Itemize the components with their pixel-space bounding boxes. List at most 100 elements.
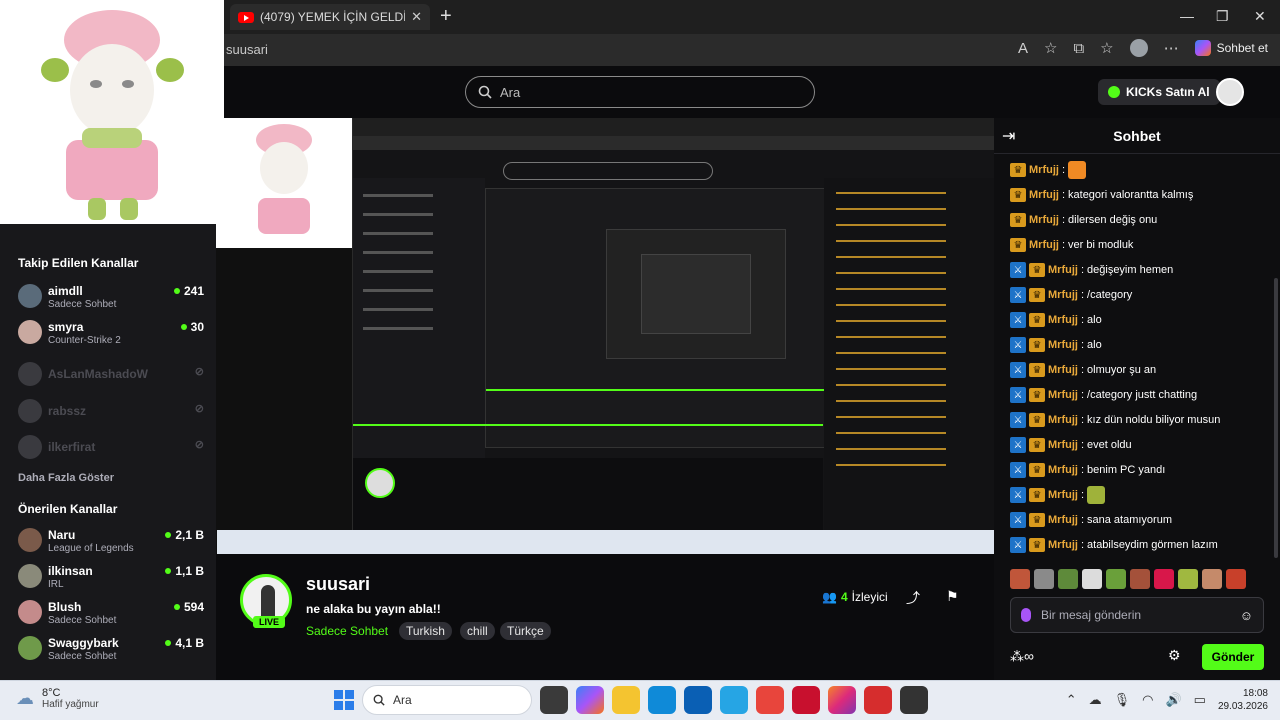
sidebar-channel-ilkerfirat[interactable]: ilkerfirat ⊘ — [18, 435, 204, 465]
copilot-button[interactable]: Sohbet et — [1194, 40, 1268, 56]
tag-chill[interactable]: chill — [460, 622, 495, 640]
extensions-icon[interactable]: ⧉ — [1073, 40, 1084, 57]
edge-browser-icon[interactable] — [648, 686, 676, 714]
onedrive-icon[interactable]: ☁ — [1089, 692, 1102, 708]
chat-username[interactable]: Mrfujj — [1048, 389, 1078, 401]
chat-message-input[interactable]: Bir mesaj gönderin ☺ — [1010, 597, 1264, 633]
telegram-icon[interactable] — [720, 686, 748, 714]
streamer-name[interactable]: suusari — [306, 574, 370, 595]
sidebar-channel-rabssz[interactable]: rabssz ⊘ — [18, 399, 204, 429]
emote-icon[interactable] — [1178, 569, 1198, 589]
store-icon[interactable] — [684, 686, 712, 714]
chat-username[interactable]: Mrfujj — [1029, 189, 1059, 201]
settings-gear-icon[interactable]: ⚙ — [1168, 647, 1181, 664]
sidebar-channel-swaggybark[interactable]: Swaggybark Sadece Sohbet 4,1 B — [18, 636, 204, 666]
emote-icon[interactable] — [1010, 569, 1030, 589]
copilot-app-icon[interactable] — [576, 686, 604, 714]
chat-username[interactable]: Mrfujj — [1048, 489, 1078, 501]
chat-emote-icon — [1068, 161, 1087, 179]
tag-turkish[interactable]: Turkish — [399, 622, 452, 640]
viewers-icon: 👥 — [822, 590, 837, 604]
sidebar-channel-aslanmashadow[interactable]: AsLanMashadoW ⊘ — [18, 362, 204, 392]
wifi-icon[interactable]: ◠ — [1142, 692, 1153, 708]
chat-username[interactable]: Mrfujj — [1029, 164, 1059, 176]
favorite-icon[interactable]: ☆ — [1044, 39, 1057, 57]
more-icon[interactable]: ⋯ — [1164, 39, 1179, 57]
chat-username[interactable]: Mrfujj — [1048, 339, 1078, 351]
emote-icon[interactable] — [1154, 569, 1174, 589]
follow-user-icon[interactable]: ⚑ — [946, 588, 959, 605]
sidebar-channel-aimdll[interactable]: aimdll Sadece Sohbet 241 — [18, 284, 204, 314]
send-button[interactable]: Gönder — [1202, 644, 1264, 670]
microphone-tray-icon[interactable]: 🎙 — [1114, 692, 1131, 708]
read-aloud-icon[interactable]: A — [1018, 40, 1028, 57]
instagram-icon[interactable] — [828, 686, 856, 714]
new-tab-button[interactable]: + — [440, 6, 452, 26]
chat-username[interactable]: Mrfujj — [1048, 314, 1078, 326]
show-more-link[interactable]: Daha Fazla Göster — [18, 472, 114, 484]
nested-shrek-icon — [256, 124, 312, 234]
kick-points-icon[interactable]: ⁂∞ — [1010, 648, 1034, 665]
app-icon[interactable] — [756, 686, 784, 714]
weather-widget[interactable]: ☁ 8°C Hafif yağmur — [16, 687, 99, 710]
collections-icon[interactable]: ☆ — [1100, 39, 1113, 57]
clock[interactable]: 18:08 29.03.2026 — [1218, 687, 1268, 713]
emoji-icon[interactable]: ☺ — [1240, 608, 1253, 623]
live-dot-icon — [180, 324, 187, 330]
task-view-icon[interactable] — [540, 686, 568, 714]
emote-icon[interactable] — [1082, 569, 1102, 589]
buy-kicks-button[interactable]: KICKs Satın Al — [1098, 79, 1220, 105]
microphone-icon[interactable] — [1021, 608, 1031, 622]
chat-username[interactable]: Mrfujj — [1048, 264, 1078, 276]
emote-icon[interactable] — [1226, 569, 1246, 589]
chat-scrollbar[interactable] — [1274, 278, 1278, 558]
taskbar-search[interactable]: Ara — [362, 685, 532, 715]
nested-address-bar — [353, 136, 994, 150]
share-icon[interactable]: ⤴ — [906, 588, 920, 608]
chat-username[interactable]: Mrfujj — [1029, 239, 1059, 251]
chat-username[interactable]: Mrfujj — [1048, 514, 1078, 526]
channel-category: League of Legends — [48, 543, 134, 554]
maximize-icon[interactable]: ❐ — [1216, 8, 1229, 25]
moderator-badge-icon: ⚔ — [1010, 512, 1026, 528]
chat-username[interactable]: Mrfujj — [1048, 439, 1078, 451]
windows-start-icon[interactable] — [334, 690, 354, 710]
emote-icon[interactable] — [1034, 569, 1054, 589]
url-field[interactable]: suusari — [226, 42, 268, 57]
viewer-count: 4,1 B — [165, 636, 204, 650]
profile-icon[interactable] — [1129, 39, 1148, 57]
chat-username[interactable]: Mrfujj — [1048, 414, 1078, 426]
avatar — [18, 399, 42, 423]
close-window-icon[interactable]: ✕ — [1254, 8, 1266, 25]
chevron-up-icon[interactable]: ⌃ — [1066, 692, 1077, 708]
volume-icon[interactable]: 🔊 — [1165, 692, 1181, 708]
battery-icon[interactable]: ▭ — [1194, 692, 1206, 708]
chat-username[interactable]: Mrfujj — [1048, 289, 1078, 301]
browser-tab[interactable]: (4079) YEMEK İÇİN GELDİK, EVE AI ✕ — [230, 4, 430, 30]
minimize-icon[interactable]: — — [1180, 8, 1194, 24]
tag-turkce[interactable]: Türkçe — [500, 622, 551, 640]
emote-icon[interactable] — [1202, 569, 1222, 589]
chat-separator: : — [1080, 364, 1085, 376]
emote-icon[interactable] — [1130, 569, 1150, 589]
sidebar-channel-blush[interactable]: Blush Sadece Sohbet 594 — [18, 600, 204, 630]
emote-icon[interactable] — [1058, 569, 1078, 589]
video-player[interactable] — [216, 118, 994, 554]
file-explorer-icon[interactable] — [612, 686, 640, 714]
sidebar-channel-naru[interactable]: Naru League of Legends 2,1 B — [18, 528, 204, 558]
close-tab-icon[interactable]: ✕ — [411, 9, 422, 25]
app-icon[interactable] — [900, 686, 928, 714]
chat-username[interactable]: Mrfujj — [1048, 464, 1078, 476]
chat-username[interactable]: Mrfujj — [1048, 364, 1078, 376]
sidebar-channel-ilkinsan[interactable]: ilkinsan IRL 1,1 B — [18, 564, 204, 594]
mcafee-icon[interactable] — [792, 686, 820, 714]
nested-video-2 — [606, 229, 786, 359]
sidebar-channel-smyra[interactable]: smyra Counter-Strike 2 30 — [18, 320, 204, 350]
user-avatar[interactable] — [1216, 78, 1244, 106]
chat-username[interactable]: Mrfujj — [1048, 539, 1078, 551]
app-icon[interactable] — [864, 686, 892, 714]
search-input[interactable]: Ara — [465, 76, 815, 108]
emote-icon[interactable] — [1106, 569, 1126, 589]
stream-category-link[interactable]: Sadece Sohbet — [306, 624, 388, 638]
chat-username[interactable]: Mrfujj — [1029, 214, 1059, 226]
